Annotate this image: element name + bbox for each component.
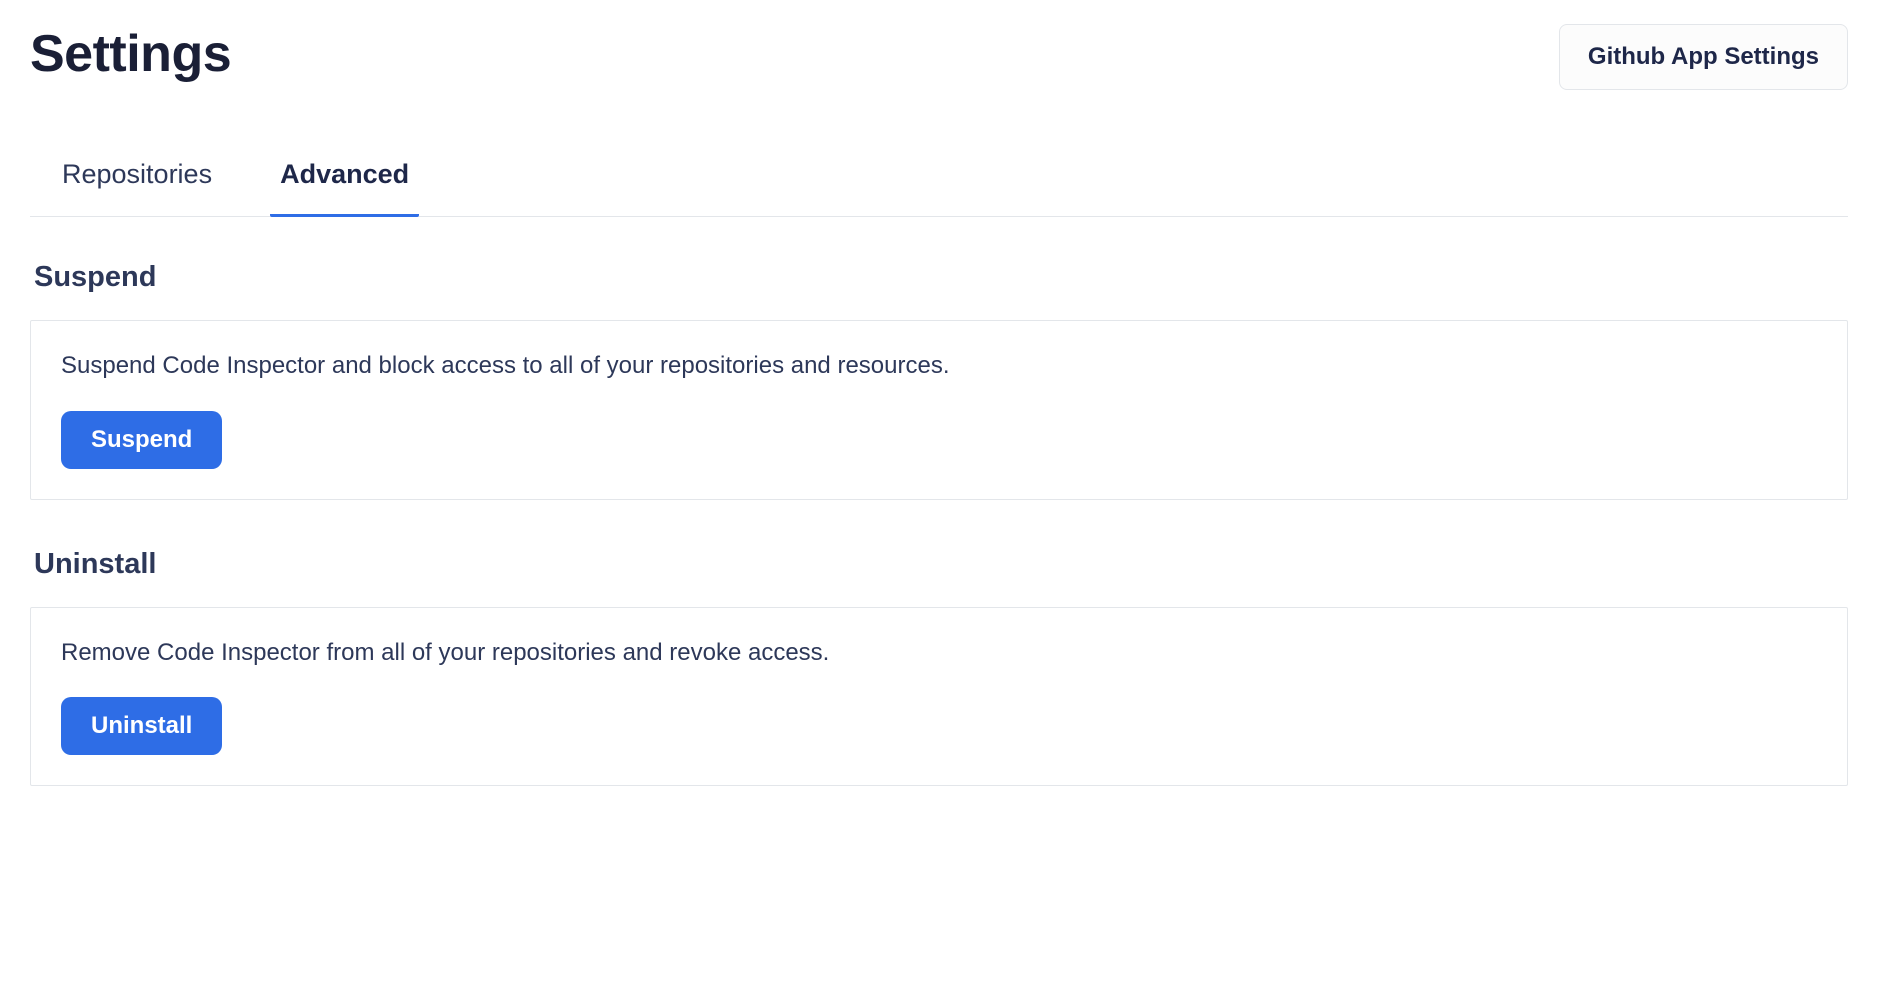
suspend-description: Suspend Code Inspector and block access … bbox=[61, 349, 1817, 383]
uninstall-button[interactable]: Uninstall bbox=[61, 697, 222, 755]
uninstall-description: Remove Code Inspector from all of your r… bbox=[61, 636, 1817, 670]
card-suspend: Suspend Code Inspector and block access … bbox=[30, 320, 1848, 500]
section-suspend: Suspend Suspend Code Inspector and block… bbox=[30, 261, 1848, 500]
section-uninstall: Uninstall Remove Code Inspector from all… bbox=[30, 548, 1848, 787]
section-suspend-title: Suspend bbox=[30, 261, 1848, 294]
card-uninstall: Remove Code Inspector from all of your r… bbox=[30, 607, 1848, 787]
tab-advanced[interactable]: Advanced bbox=[270, 151, 419, 217]
page-title: Settings bbox=[30, 24, 231, 84]
github-app-settings-button[interactable]: Github App Settings bbox=[1559, 24, 1848, 90]
suspend-button[interactable]: Suspend bbox=[61, 411, 222, 469]
page-header: Settings Github App Settings bbox=[30, 24, 1848, 90]
tab-repositories[interactable]: Repositories bbox=[52, 151, 222, 217]
section-uninstall-title: Uninstall bbox=[30, 548, 1848, 581]
tabs-container: Repositories Advanced bbox=[30, 150, 1848, 217]
